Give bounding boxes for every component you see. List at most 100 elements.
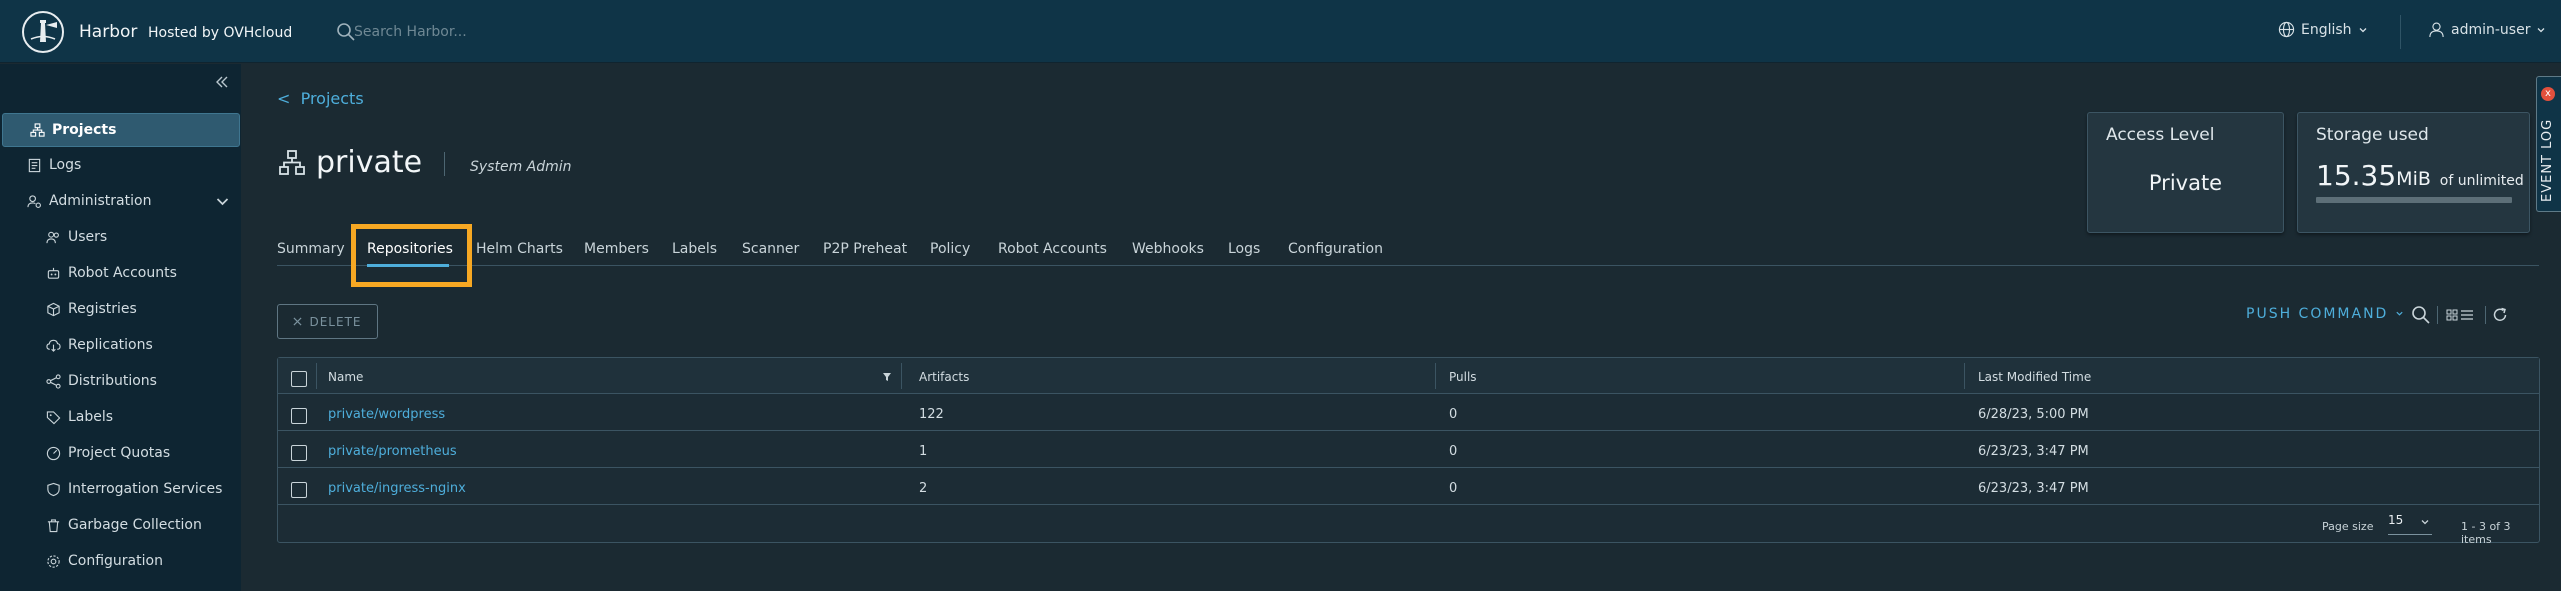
project-icon bbox=[279, 150, 305, 175]
harbor-logo[interactable] bbox=[22, 11, 64, 53]
select-all-checkbox[interactable] bbox=[291, 371, 307, 387]
tab-logs[interactable]: Logs bbox=[1228, 241, 1260, 257]
column-divider bbox=[1964, 363, 1965, 389]
column-divider bbox=[316, 363, 317, 389]
sidebar-item-registries[interactable]: Registries bbox=[0, 292, 137, 326]
tab-scanner[interactable]: Scanner bbox=[742, 241, 799, 257]
breadcrumb-projects[interactable]: Projects bbox=[301, 89, 364, 108]
page-size-select[interactable]: 15 bbox=[2388, 513, 2432, 535]
search-icon bbox=[337, 23, 355, 41]
column-header-artifacts[interactable]: Artifacts bbox=[919, 370, 969, 384]
tab-webhooks[interactable]: Webhooks bbox=[1132, 241, 1204, 257]
language-label: English bbox=[2301, 21, 2352, 38]
access-level-card: Access Level Private bbox=[2087, 112, 2284, 233]
sidebar-item-logs[interactable]: Logs bbox=[0, 148, 81, 182]
sidebar-item-robot-accounts[interactable]: Robot Accounts bbox=[0, 256, 177, 290]
back-chevron-icon: < bbox=[277, 89, 301, 108]
sidebar-item-label: Projects bbox=[52, 122, 117, 138]
globe-icon bbox=[2278, 21, 2295, 38]
column-divider bbox=[901, 363, 902, 389]
labels-icon bbox=[46, 410, 61, 424]
trash-icon bbox=[47, 518, 60, 532]
sidebar-item-label: Replications bbox=[68, 337, 153, 353]
sidebar-item-garbage-collection[interactable]: Garbage Collection bbox=[0, 508, 202, 542]
chevron-down-icon bbox=[215, 184, 237, 218]
delete-button[interactable]: DELETE bbox=[277, 304, 378, 339]
view-toggle-icon[interactable] bbox=[2446, 305, 2476, 325]
storage-unit: MiB bbox=[2396, 168, 2431, 190]
user-name: admin-user bbox=[2451, 21, 2531, 38]
language-selector[interactable]: English bbox=[2278, 21, 2368, 38]
tab-p2p-preheat[interactable]: P2P Preheat bbox=[823, 241, 907, 257]
robot-icon bbox=[47, 267, 60, 279]
artifacts-count: 2 bbox=[919, 481, 928, 496]
repositories-table: Name Artifacts Pulls Last Modified Time … bbox=[277, 357, 2540, 546]
sidebar-item-users[interactable]: Users bbox=[0, 220, 107, 254]
title-divider bbox=[444, 152, 445, 176]
sidebar-item-labels[interactable]: Labels bbox=[0, 400, 113, 434]
repository-name-link[interactable]: private/wordpress bbox=[328, 407, 445, 422]
filter-icon[interactable] bbox=[882, 372, 892, 382]
administration-icon bbox=[27, 194, 41, 208]
quotas-icon bbox=[46, 446, 61, 460]
chevron-down-icon bbox=[2359, 27, 2367, 32]
sidebar-item-label: Configuration bbox=[68, 553, 163, 569]
sidebar: Projects Logs Administration Users Robot… bbox=[0, 64, 241, 591]
top-header: Harbor Hosted by OVHcloud English admin-… bbox=[0, 0, 2561, 63]
brand-name[interactable]: Harbor bbox=[79, 22, 137, 42]
tab-helm-charts[interactable]: Helm Charts bbox=[476, 241, 563, 257]
close-icon[interactable]: x bbox=[2541, 87, 2555, 101]
tab-policy[interactable]: Policy bbox=[930, 241, 970, 257]
user-menu[interactable]: admin-user bbox=[2428, 21, 2546, 38]
sidebar-item-administration[interactable]: Administration bbox=[0, 184, 241, 218]
breadcrumb[interactable]: < Projects bbox=[277, 89, 364, 108]
sidebar-item-replications[interactable]: Replications bbox=[0, 328, 153, 362]
tab-labels[interactable]: Labels bbox=[672, 241, 717, 257]
row-checkbox[interactable] bbox=[291, 408, 307, 424]
event-log-tab[interactable]: x EVENT LOG bbox=[2536, 76, 2561, 212]
hosted-by-label: Hosted by OVHcloud bbox=[148, 25, 293, 41]
chevron-down-icon bbox=[2396, 311, 2403, 316]
row-checkbox[interactable] bbox=[291, 482, 307, 498]
sidebar-item-projects[interactable]: Projects bbox=[2, 113, 240, 147]
search-icon[interactable] bbox=[2411, 305, 2431, 325]
toolbar-divider bbox=[2485, 306, 2486, 324]
tab-summary[interactable]: Summary bbox=[277, 241, 345, 257]
sidebar-item-configuration[interactable]: Configuration bbox=[0, 544, 163, 578]
pulls-count: 0 bbox=[1449, 444, 1458, 459]
logs-icon bbox=[28, 158, 41, 172]
push-command-dropdown[interactable]: PUSH COMMAND bbox=[2246, 306, 2404, 322]
sidebar-item-project-quotas[interactable]: Project Quotas bbox=[0, 436, 170, 470]
delete-label: DELETE bbox=[309, 314, 362, 329]
column-header-pulls[interactable]: Pulls bbox=[1449, 370, 1477, 384]
chevron-down-icon bbox=[2538, 27, 2545, 32]
search-input[interactable] bbox=[354, 19, 714, 45]
page-title: private bbox=[316, 145, 423, 180]
table-row[interactable]: private/prometheus 1 0 6/23/23, 3:47 PM bbox=[278, 431, 2539, 468]
page-size-value: 15 bbox=[2388, 513, 2404, 527]
table-row[interactable]: private/wordpress 122 0 6/28/23, 5:00 PM bbox=[278, 394, 2539, 431]
sidebar-item-distributions[interactable]: Distributions bbox=[0, 364, 157, 398]
table-row[interactable]: private/ingress-nginx 2 0 6/23/23, 3:47 … bbox=[278, 468, 2539, 505]
artifacts-count: 1 bbox=[919, 444, 928, 459]
page-size-label: Page size bbox=[2322, 520, 2374, 533]
repository-name-link[interactable]: private/prometheus bbox=[328, 444, 457, 459]
collapse-sidebar-icon[interactable] bbox=[212, 72, 232, 92]
sidebar-item-label: Interrogation Services bbox=[68, 481, 223, 497]
lighthouse-icon bbox=[30, 20, 57, 42]
column-header-name[interactable]: Name bbox=[328, 370, 363, 384]
tab-robot-accounts[interactable]: Robot Accounts bbox=[998, 241, 1107, 257]
replications-icon bbox=[46, 339, 61, 352]
tab-configuration[interactable]: Configuration bbox=[1288, 241, 1383, 257]
artifacts-count: 122 bbox=[919, 407, 944, 422]
event-log-label: EVENT LOG bbox=[2540, 118, 2555, 202]
tab-members[interactable]: Members bbox=[584, 241, 649, 257]
row-checkbox[interactable] bbox=[291, 445, 307, 461]
sidebar-item-interrogation-services[interactable]: Interrogation Services bbox=[0, 472, 222, 506]
repository-name-link[interactable]: private/ingress-nginx bbox=[328, 481, 466, 496]
refresh-icon[interactable] bbox=[2490, 305, 2510, 325]
projects-icon bbox=[30, 122, 45, 137]
last-modified-time: 6/23/23, 3:47 PM bbox=[1978, 444, 2089, 459]
pulls-count: 0 bbox=[1449, 407, 1458, 422]
column-header-last-modified[interactable]: Last Modified Time bbox=[1978, 370, 2091, 384]
